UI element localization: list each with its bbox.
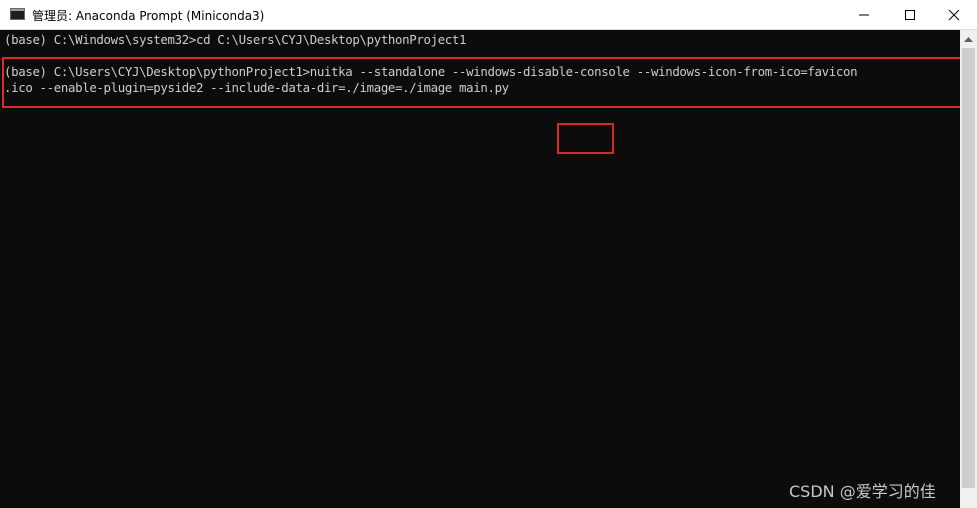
watermark: CSDN @爱学习的佳 <box>789 482 936 501</box>
console-line: (base) C:\Windows\system32>cd C:\Users\C… <box>4 32 467 47</box>
command-highlight-box <box>2 57 964 108</box>
console-icon <box>10 8 25 20</box>
vertical-scrollbar[interactable] <box>960 30 977 508</box>
maximize-icon <box>905 9 915 20</box>
scroll-up-arrow-icon <box>964 36 973 42</box>
scroll-thumb[interactable] <box>962 48 975 488</box>
close-button[interactable] <box>931 0 977 29</box>
title-bar[interactable]: 管理员: Anaconda Prompt (Miniconda3) <box>0 0 977 30</box>
maximize-button[interactable] <box>887 0 933 29</box>
console-output[interactable]: (base) C:\Windows\system32>cd C:\Users\C… <box>0 30 964 508</box>
window-title: 管理员: Anaconda Prompt (Miniconda3) <box>32 9 265 23</box>
empty-highlight-box <box>557 123 614 154</box>
scroll-up-button[interactable] <box>960 30 977 47</box>
close-icon <box>948 9 960 20</box>
minimize-button[interactable] <box>841 0 887 29</box>
minimize-icon <box>859 14 869 15</box>
